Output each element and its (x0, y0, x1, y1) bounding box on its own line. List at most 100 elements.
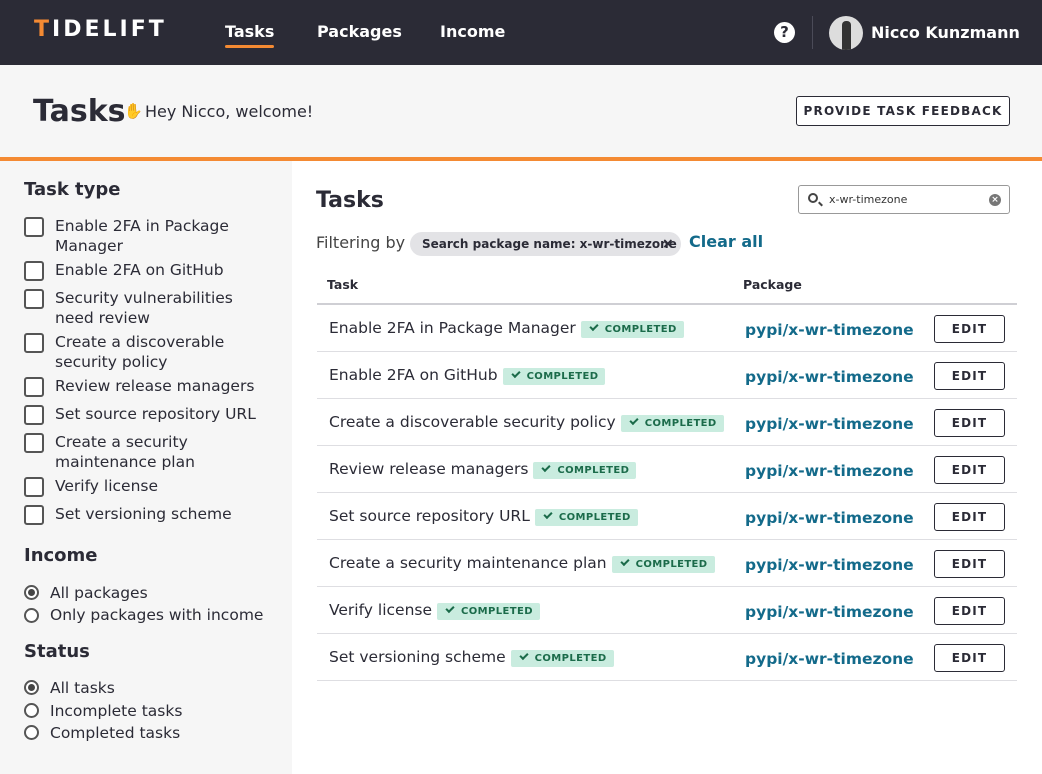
table-row: Verify license COMPLETED pypi/x-wr-timezon… (317, 587, 1017, 634)
checkbox-task-type[interactable] (24, 289, 44, 309)
checkbox-task-type[interactable] (24, 505, 44, 525)
checkbox-task-type[interactable] (24, 261, 44, 281)
package-link[interactable]: pypi/x-wr-timezone (745, 462, 914, 480)
checkbox-task-type[interactable] (24, 477, 44, 497)
page-title: Tasks (33, 94, 126, 129)
edit-button[interactable]: EDIT (934, 503, 1005, 531)
table-row: Set versioning scheme COMPLETED pypi/x-wr-… (317, 634, 1017, 681)
task-type-label: Verify license (55, 477, 159, 495)
status-badge: COMPLETED (533, 462, 637, 479)
page-header: Tasks ✋ Hey Nicco, welcome! PROVIDE TASK… (0, 65, 1042, 161)
radio-all-packages[interactable] (24, 585, 39, 600)
search-value[interactable]: x-wr-timezone (829, 194, 907, 206)
package-link[interactable]: pypi/x-wr-timezone (745, 509, 914, 527)
radio-label: All tasks (50, 679, 115, 697)
status-badge: COMPLETED (580, 321, 684, 338)
radio-label: Only packages with income (50, 606, 264, 624)
tidelift-logo[interactable]: TIDELIFT (34, 19, 167, 41)
task-type-label: Enable 2FA on GitHub (55, 261, 224, 279)
task-cell: Enable 2FA in Package Manager COMPLETED (329, 319, 684, 338)
checkbox-task-type[interactable] (24, 217, 44, 237)
remove-filter-icon[interactable]: × (662, 235, 674, 253)
status-badge-label: COMPLETED (558, 512, 631, 523)
radio-incomplete-tasks[interactable] (24, 703, 39, 718)
status-badge-label: COMPLETED (644, 418, 717, 429)
radio-all-tasks[interactable] (24, 680, 39, 695)
task-name: Review release managers (329, 460, 529, 478)
status-badge-label: COMPLETED (635, 559, 708, 570)
task-cell: Create a security maintenance plan COMPLE… (329, 554, 715, 573)
search-icon (808, 193, 818, 203)
edit-button[interactable]: EDIT (934, 315, 1005, 343)
checkbox-task-type[interactable] (24, 333, 44, 353)
table-row: Enable 2FA in Package Manager COMPLETED py… (317, 305, 1017, 352)
checkbox-task-type[interactable] (24, 377, 44, 397)
check-icon (519, 650, 529, 661)
radio-packages-with-income[interactable] (24, 608, 39, 623)
nav-packages[interactable]: Packages (317, 23, 402, 41)
status-badge: COMPLETED (620, 415, 724, 432)
edit-button[interactable]: EDIT (934, 597, 1005, 625)
check-icon (629, 415, 639, 426)
status-heading: Status (24, 641, 90, 662)
clear-search-icon[interactable]: × (989, 194, 1001, 206)
status-badge-label: COMPLETED (604, 324, 677, 335)
task-type-heading: Task type (24, 179, 121, 200)
waving-hand-icon: ✋ (124, 102, 143, 120)
table-row: Set source repository URL COMPLETED pypi/x… (317, 493, 1017, 540)
status-badge-label: COMPLETED (534, 653, 607, 664)
radio-completed-tasks[interactable] (24, 725, 39, 740)
radio-label: Completed tasks (50, 724, 181, 742)
check-icon (620, 556, 630, 567)
provide-feedback-button[interactable]: PROVIDE TASK FEEDBACK (796, 96, 1010, 126)
check-icon (445, 603, 455, 614)
package-link[interactable]: pypi/x-wr-timezone (745, 321, 914, 339)
task-cell: Enable 2FA on GitHub COMPLETED (329, 366, 606, 385)
task-name: Enable 2FA in Package Manager (329, 319, 576, 337)
table-row: Enable 2FA on GitHub COMPLETED pypi/x-wr-t… (317, 352, 1017, 399)
edit-button[interactable]: EDIT (934, 362, 1005, 390)
clear-all-link[interactable]: Clear all (689, 233, 763, 251)
package-link[interactable]: pypi/x-wr-timezone (745, 603, 914, 621)
table-row: Create a security maintenance plan COMPLE… (317, 540, 1017, 587)
check-icon (510, 368, 521, 379)
check-icon (541, 462, 552, 473)
task-type-label: Set source repository URL (55, 405, 256, 423)
task-cell: Review release managers COMPLETED (329, 460, 637, 479)
nav-income[interactable]: Income (440, 23, 505, 41)
status-badge: COMPLETED (437, 603, 540, 620)
package-link[interactable]: pypi/x-wr-timezone (745, 368, 914, 386)
checkbox-task-type[interactable] (24, 433, 44, 453)
package-link[interactable]: pypi/x-wr-timezone (745, 415, 914, 433)
check-icon (589, 321, 599, 332)
edit-button[interactable]: EDIT (934, 644, 1005, 672)
user-name[interactable]: Nicco Kunzmann (871, 24, 1020, 42)
status-badge: COMPLETED (611, 556, 715, 573)
filtering-by-label: Filtering by (316, 233, 406, 252)
status-badge: COMPLETED (534, 509, 638, 526)
edit-button[interactable]: EDIT (934, 456, 1005, 484)
package-link[interactable]: pypi/x-wr-timezone (745, 650, 914, 668)
task-name: Verify license (329, 601, 433, 619)
avatar[interactable] (829, 16, 863, 50)
status-badge: COMPLETED (510, 650, 614, 667)
task-name: Set source repository URL (329, 507, 530, 525)
edit-button[interactable]: EDIT (934, 409, 1005, 437)
task-type-label: Enable 2FA in Package Manager (55, 217, 229, 255)
check-icon (543, 509, 553, 520)
filter-sidebar: Task type Enable 2FA in Package Manager … (0, 161, 292, 774)
nav-tasks[interactable]: Tasks (225, 23, 275, 48)
tasks-heading: Tasks (316, 188, 384, 213)
table-row: Review release managers COMPLETED pypi/x-w… (317, 446, 1017, 493)
filter-chip: Search package name: x-wr-timezone × (410, 232, 681, 256)
status-badge-label: COMPLETED (557, 465, 630, 476)
help-icon[interactable]: ? (774, 22, 795, 43)
task-name: Set versioning scheme (329, 648, 506, 666)
table-row: Create a discoverable security policy COM… (317, 399, 1017, 446)
package-link[interactable]: pypi/x-wr-timezone (745, 556, 914, 574)
checkbox-task-type[interactable] (24, 405, 44, 425)
task-name: Create a security maintenance plan (329, 554, 607, 572)
edit-button[interactable]: EDIT (934, 550, 1005, 578)
search-input[interactable]: x-wr-timezone × (798, 185, 1010, 214)
radio-label: All packages (50, 584, 148, 602)
